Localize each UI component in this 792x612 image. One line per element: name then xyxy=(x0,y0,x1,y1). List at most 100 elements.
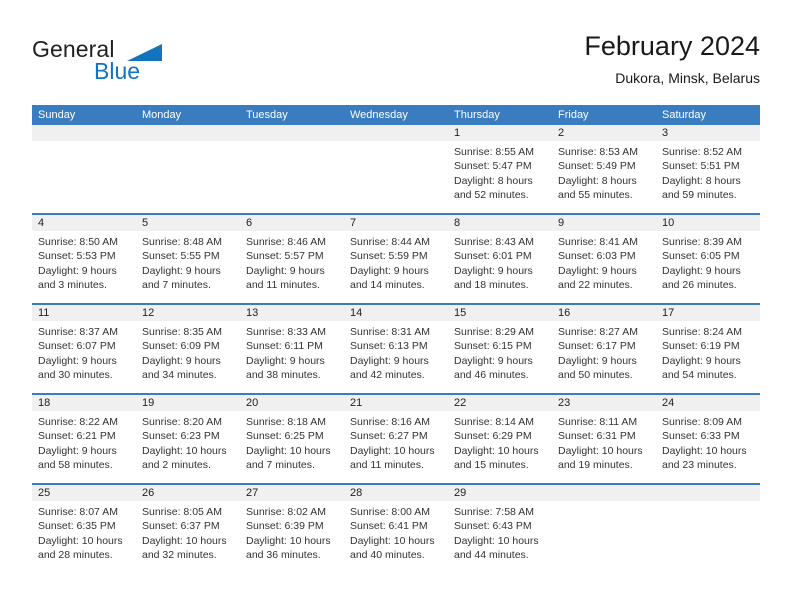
day-number: 5 xyxy=(136,215,240,231)
daylight-text-line2: and 58 minutes. xyxy=(38,458,113,471)
day-cell[interactable]: 21 Sunrise: 8:16 AM Sunset: 6:27 PM Dayl… xyxy=(344,395,448,483)
day-details xyxy=(136,141,240,145)
day-cell[interactable]: 26 Sunrise: 8:05 AM Sunset: 6:37 PM Dayl… xyxy=(136,485,240,575)
day-details: Sunrise: 8:55 AM Sunset: 5:47 PM Dayligh… xyxy=(448,141,552,202)
daylight-text-line1: Daylight: 10 hours xyxy=(350,444,435,457)
sunrise-text: Sunrise: 8:50 AM xyxy=(38,236,118,248)
daylight-text-line1: Daylight: 9 hours xyxy=(558,264,637,277)
general-blue-logo[interactable]: General Blue xyxy=(32,36,272,92)
day-number xyxy=(552,485,656,501)
day-cell[interactable]: 22 Sunrise: 8:14 AM Sunset: 6:29 PM Dayl… xyxy=(448,395,552,483)
day-details: Sunrise: 8:46 AM Sunset: 5:57 PM Dayligh… xyxy=(240,231,344,292)
daylight-text-line2: and 52 minutes. xyxy=(454,188,529,201)
day-cell[interactable]: 27 Sunrise: 8:02 AM Sunset: 6:39 PM Dayl… xyxy=(240,485,344,575)
day-details: Sunrise: 8:00 AM Sunset: 6:41 PM Dayligh… xyxy=(344,501,448,562)
daylight-text-line1: Daylight: 9 hours xyxy=(246,264,325,277)
day-cell[interactable]: 20 Sunrise: 8:18 AM Sunset: 6:25 PM Dayl… xyxy=(240,395,344,483)
day-details: Sunrise: 8:20 AM Sunset: 6:23 PM Dayligh… xyxy=(136,411,240,472)
sunrise-text: Sunrise: 8:52 AM xyxy=(662,146,742,158)
sunset-text: Sunset: 6:39 PM xyxy=(246,520,324,533)
day-cell[interactable]: 5 Sunrise: 8:48 AM Sunset: 5:55 PM Dayli… xyxy=(136,215,240,303)
sunrise-text: Sunrise: 8:24 AM xyxy=(662,326,742,338)
day-number xyxy=(240,125,344,141)
day-cell[interactable]: 11 Sunrise: 8:37 AM Sunset: 6:07 PM Dayl… xyxy=(32,305,136,393)
daylight-text-line2: and 36 minutes. xyxy=(246,548,321,561)
sunrise-text: Sunrise: 8:18 AM xyxy=(246,416,326,428)
day-details: Sunrise: 8:35 AM Sunset: 6:09 PM Dayligh… xyxy=(136,321,240,382)
day-details: Sunrise: 8:31 AM Sunset: 6:13 PM Dayligh… xyxy=(344,321,448,382)
day-cell[interactable]: 9 Sunrise: 8:41 AM Sunset: 6:03 PM Dayli… xyxy=(552,215,656,303)
sunset-text: Sunset: 5:53 PM xyxy=(38,250,116,263)
daylight-text-line1: Daylight: 9 hours xyxy=(142,264,221,277)
day-cell[interactable]: 19 Sunrise: 8:20 AM Sunset: 6:23 PM Dayl… xyxy=(136,395,240,483)
day-cell xyxy=(136,125,240,213)
daylight-text-line2: and 38 minutes. xyxy=(246,368,321,381)
daylight-text-line2: and 15 minutes. xyxy=(454,458,529,471)
sunrise-text: Sunrise: 8:14 AM xyxy=(454,416,534,428)
day-details: Sunrise: 8:16 AM Sunset: 6:27 PM Dayligh… xyxy=(344,411,448,472)
day-number: 19 xyxy=(136,395,240,411)
day-cell[interactable]: 25 Sunrise: 8:07 AM Sunset: 6:35 PM Dayl… xyxy=(32,485,136,575)
day-cell[interactable]: 8 Sunrise: 8:43 AM Sunset: 6:01 PM Dayli… xyxy=(448,215,552,303)
daylight-text-line2: and 40 minutes. xyxy=(350,548,425,561)
sunrise-text: Sunrise: 8:44 AM xyxy=(350,236,430,248)
daylight-text-line1: Daylight: 10 hours xyxy=(558,444,643,457)
day-cell[interactable]: 14 Sunrise: 8:31 AM Sunset: 6:13 PM Dayl… xyxy=(344,305,448,393)
daylight-text-line1: Daylight: 10 hours xyxy=(142,444,227,457)
day-cell[interactable]: 13 Sunrise: 8:33 AM Sunset: 6:11 PM Dayl… xyxy=(240,305,344,393)
day-details xyxy=(656,501,760,505)
sunset-text: Sunset: 5:59 PM xyxy=(350,250,428,263)
day-cell[interactable]: 12 Sunrise: 8:35 AM Sunset: 6:09 PM Dayl… xyxy=(136,305,240,393)
daylight-text-line1: Daylight: 10 hours xyxy=(142,534,227,547)
day-cell[interactable]: 16 Sunrise: 8:27 AM Sunset: 6:17 PM Dayl… xyxy=(552,305,656,393)
day-cell[interactable]: 17 Sunrise: 8:24 AM Sunset: 6:19 PM Dayl… xyxy=(656,305,760,393)
sunrise-text: Sunrise: 8:37 AM xyxy=(38,326,118,338)
daylight-text-line1: Daylight: 10 hours xyxy=(454,444,539,457)
daylight-text-line2: and 18 minutes. xyxy=(454,278,529,291)
day-cell[interactable]: 6 Sunrise: 8:46 AM Sunset: 5:57 PM Dayli… xyxy=(240,215,344,303)
day-number: 8 xyxy=(448,215,552,231)
sunset-text: Sunset: 6:31 PM xyxy=(558,430,636,443)
sunrise-text: Sunrise: 8:29 AM xyxy=(454,326,534,338)
day-cell[interactable]: 2 Sunrise: 8:53 AM Sunset: 5:49 PM Dayli… xyxy=(552,125,656,213)
day-number: 4 xyxy=(32,215,136,231)
day-number: 25 xyxy=(32,485,136,501)
day-cell[interactable]: 24 Sunrise: 8:09 AM Sunset: 6:33 PM Dayl… xyxy=(656,395,760,483)
daylight-text-line2: and 11 minutes. xyxy=(246,278,320,291)
day-details xyxy=(552,501,656,505)
day-number: 12 xyxy=(136,305,240,321)
daylight-text-line1: Daylight: 9 hours xyxy=(350,354,429,367)
sunset-text: Sunset: 6:13 PM xyxy=(350,340,428,353)
day-details: Sunrise: 8:22 AM Sunset: 6:21 PM Dayligh… xyxy=(32,411,136,472)
daylight-text-line1: Daylight: 9 hours xyxy=(662,354,741,367)
day-cell[interactable]: 28 Sunrise: 8:00 AM Sunset: 6:41 PM Dayl… xyxy=(344,485,448,575)
day-details: Sunrise: 8:05 AM Sunset: 6:37 PM Dayligh… xyxy=(136,501,240,562)
day-cell[interactable]: 4 Sunrise: 8:50 AM Sunset: 5:53 PM Dayli… xyxy=(32,215,136,303)
daylight-text-line2: and 28 minutes. xyxy=(38,548,113,561)
day-cell[interactable]: 7 Sunrise: 8:44 AM Sunset: 5:59 PM Dayli… xyxy=(344,215,448,303)
day-number: 21 xyxy=(344,395,448,411)
day-cell[interactable]: 18 Sunrise: 8:22 AM Sunset: 6:21 PM Dayl… xyxy=(32,395,136,483)
weekday-header-saturday: Saturday xyxy=(662,109,707,121)
day-cell[interactable]: 1 Sunrise: 8:55 AM Sunset: 5:47 PM Dayli… xyxy=(448,125,552,213)
sunset-text: Sunset: 6:03 PM xyxy=(558,250,636,263)
calendar-grid: Sunday Monday Tuesday Wednesday Thursday… xyxy=(32,105,760,575)
day-details: Sunrise: 8:37 AM Sunset: 6:07 PM Dayligh… xyxy=(32,321,136,382)
sunrise-text: Sunrise: 8:35 AM xyxy=(142,326,222,338)
daylight-text-line1: Daylight: 9 hours xyxy=(454,354,533,367)
sunset-text: Sunset: 6:25 PM xyxy=(246,430,324,443)
day-cell[interactable]: 10 Sunrise: 8:39 AM Sunset: 6:05 PM Dayl… xyxy=(656,215,760,303)
day-cell[interactable]: 23 Sunrise: 8:11 AM Sunset: 6:31 PM Dayl… xyxy=(552,395,656,483)
day-cell[interactable]: 15 Sunrise: 8:29 AM Sunset: 6:15 PM Dayl… xyxy=(448,305,552,393)
sunrise-text: Sunrise: 8:16 AM xyxy=(350,416,430,428)
daylight-text-line1: Daylight: 9 hours xyxy=(142,354,221,367)
day-details: Sunrise: 8:11 AM Sunset: 6:31 PM Dayligh… xyxy=(552,411,656,472)
sunrise-text: Sunrise: 8:00 AM xyxy=(350,506,430,518)
sunrise-text: Sunrise: 7:58 AM xyxy=(454,506,534,518)
sunset-text: Sunset: 6:09 PM xyxy=(142,340,220,353)
daylight-text-line1: Daylight: 10 hours xyxy=(350,534,435,547)
day-cell[interactable]: 3 Sunrise: 8:52 AM Sunset: 5:51 PM Dayli… xyxy=(656,125,760,213)
day-cell[interactable]: 29 Sunrise: 7:58 AM Sunset: 6:43 PM Dayl… xyxy=(448,485,552,575)
sunrise-text: Sunrise: 8:11 AM xyxy=(558,416,638,428)
day-number: 24 xyxy=(656,395,760,411)
